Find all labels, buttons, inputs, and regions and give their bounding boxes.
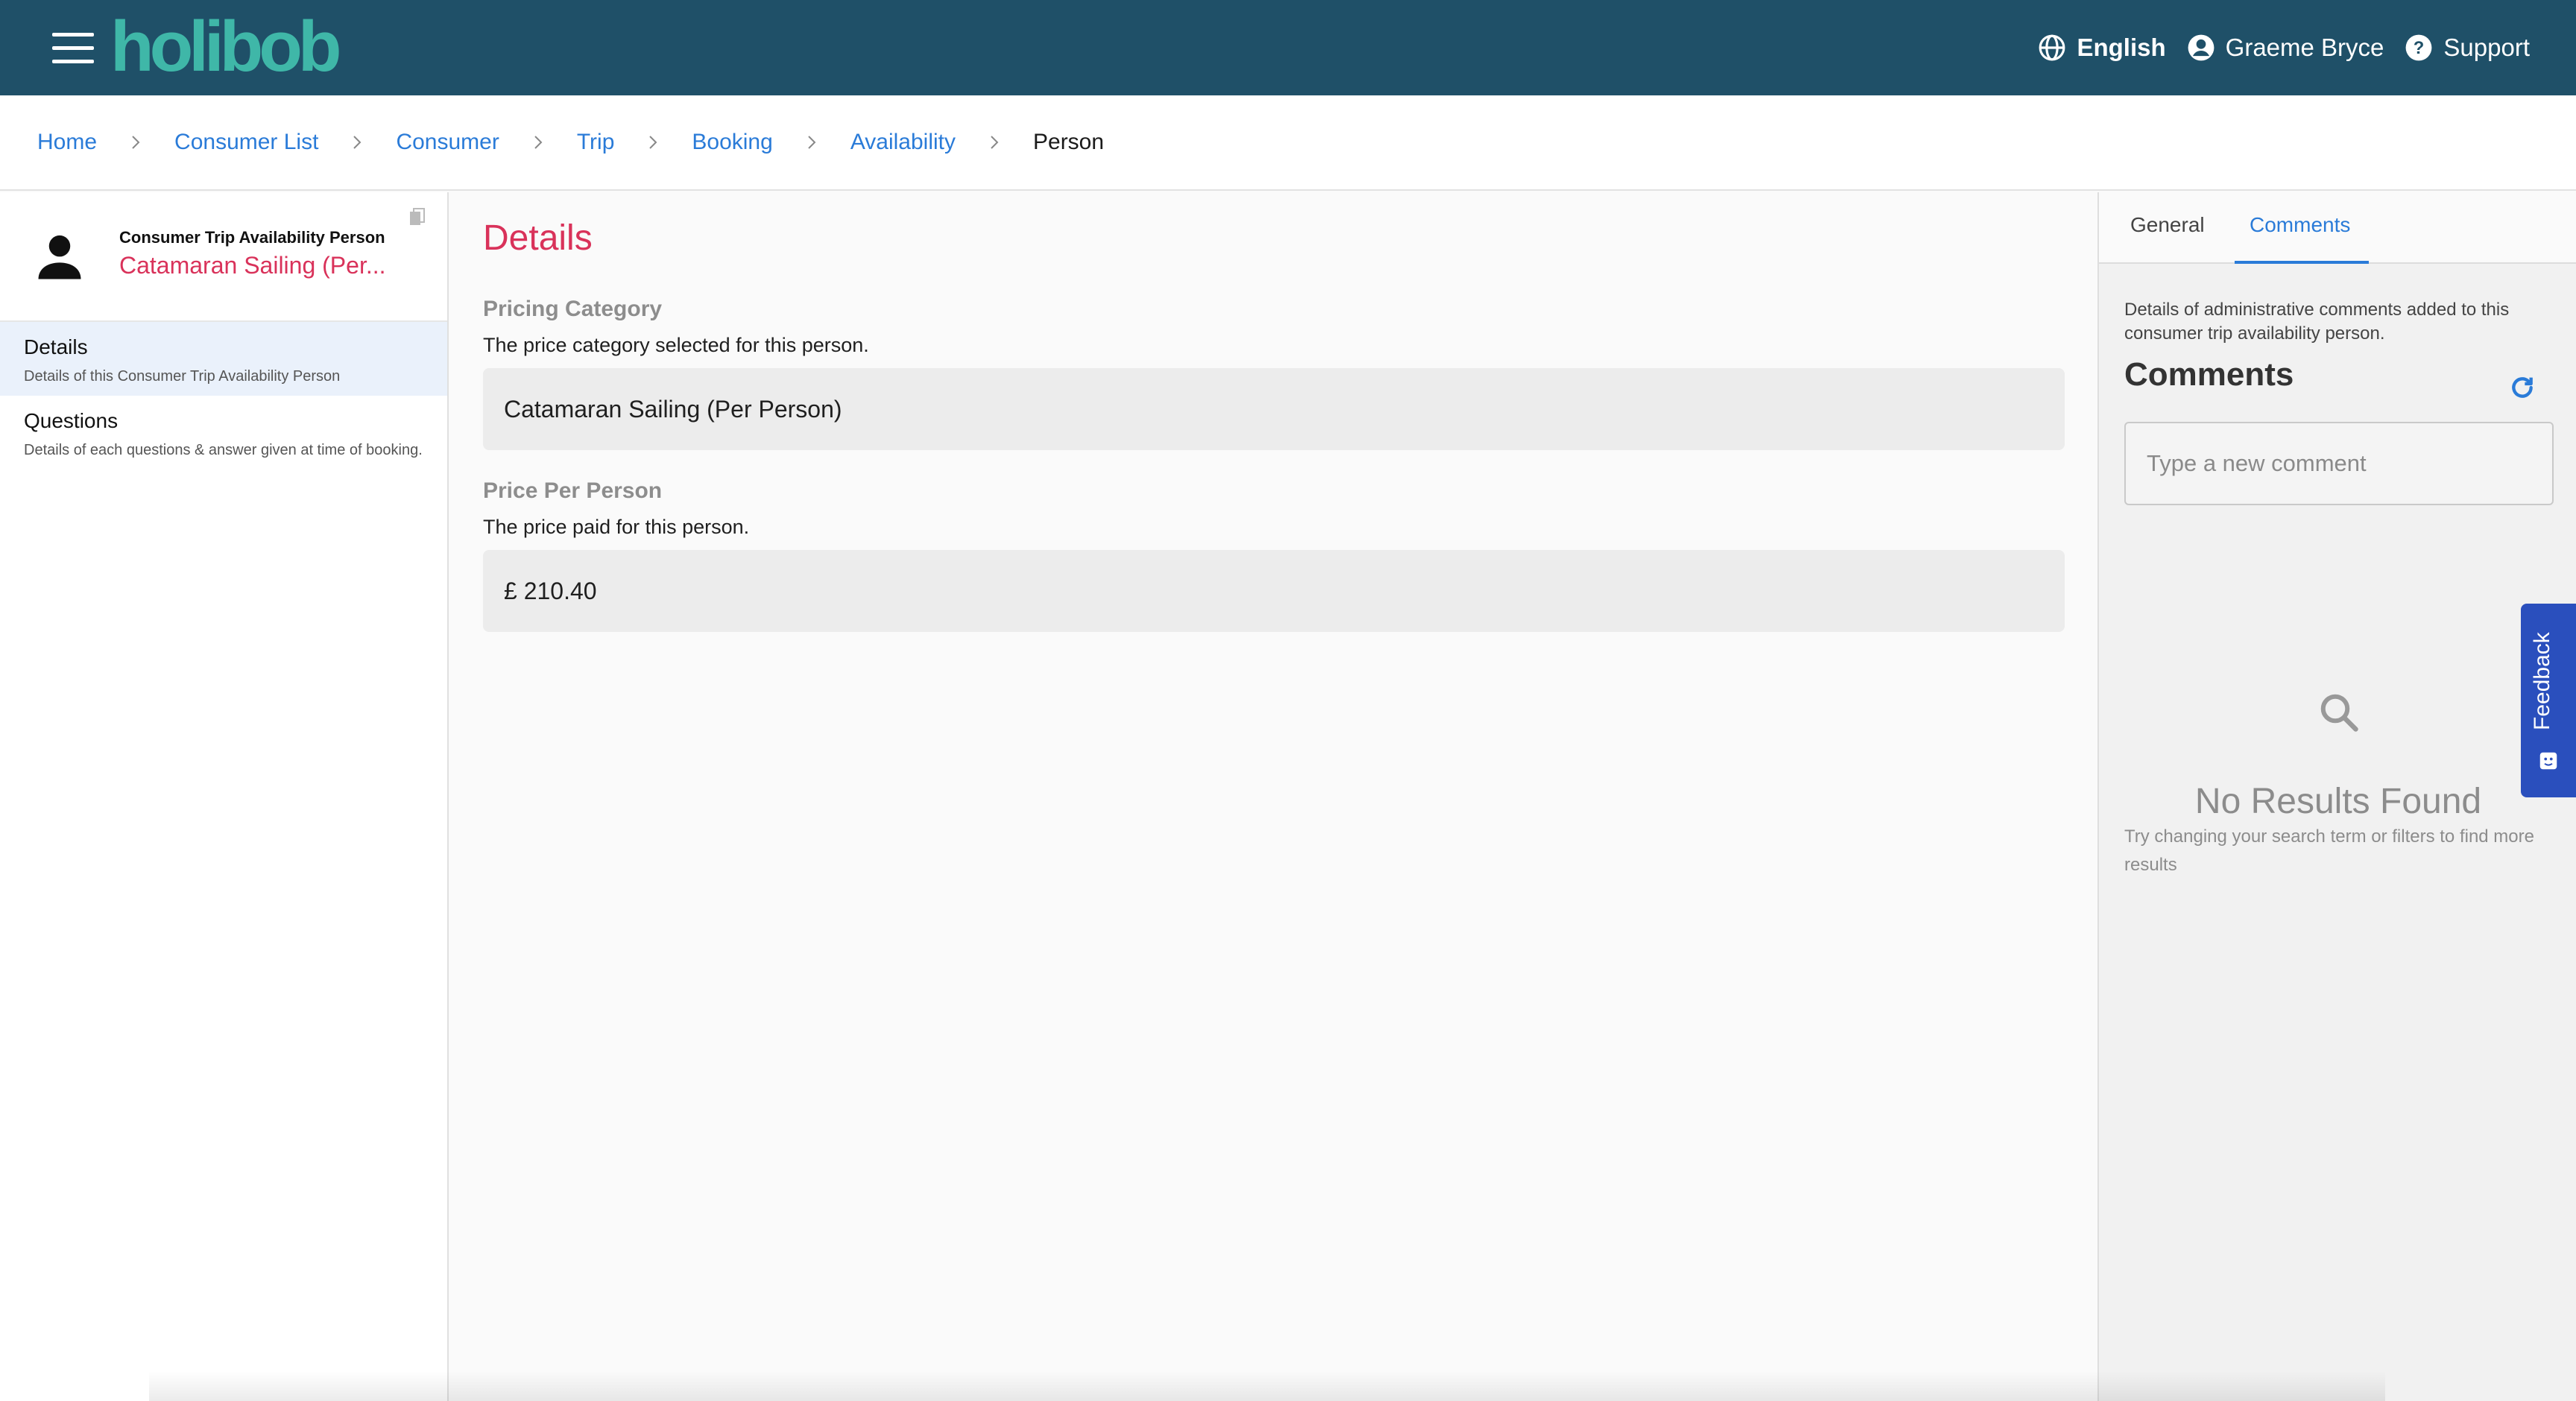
empty-state-desc: Try changing your search term or filters… [2124,826,2534,875]
sidebar-item-title: Questions [24,409,119,432]
language-selector[interactable]: English [2038,34,2166,62]
user-name: Graeme Bryce [2225,34,2384,61]
user-menu[interactable]: Graeme Bryce [2187,34,2384,62]
refresh-icon[interactable] [2507,373,2537,402]
chevron-right-icon [353,136,362,149]
price-per-person-value: £ 210.40 [483,550,2065,632]
price-per-person-desc: The price paid for this person. [483,516,750,538]
language-label: English [2077,34,2166,61]
chevron-right-icon [991,136,999,149]
person-icon [38,235,81,279]
empty-state-title: No Results Found [2194,782,2482,821]
entity-type-label: Consumer Trip Availability Person [119,228,385,247]
tab-general[interactable]: General [2130,213,2205,237]
breadcrumb-availability[interactable]: Availability [850,130,956,155]
feedback-label: Feedback [2530,632,2554,730]
page-title: Details [483,218,593,258]
breadcrumb: Home Consumer List Consumer Trip Booking… [0,95,2576,191]
sidebar-item-details[interactable]: Details Details of this Consumer Trip Av… [0,322,447,396]
logo[interactable]: holibob [110,6,342,88]
bottom-shadow [149,1371,2385,1401]
top-right-menu: English Graeme Bryce ? Support [2038,25,2530,70]
globe-icon [2039,34,2065,61]
chevron-right-icon [808,136,816,149]
breadcrumb-booking[interactable]: Booking [692,130,772,155]
active-tab-indicator [2235,261,2369,264]
panel-tabs: General Comments [2099,192,2576,264]
svg-text:?: ? [2414,38,2425,58]
feedback-button[interactable]: Feedback [2521,604,2576,797]
sidebar-item-title: Details [24,335,88,358]
pricing-category-value: Catamaran Sailing (Per Person) [483,368,2065,450]
price-per-person-label: Price Per Person [483,478,663,503]
chevron-right-icon [132,136,140,149]
chevron-right-icon [534,136,543,149]
breadcrumb-home[interactable]: Home [37,130,97,155]
entity-header: Consumer Trip Availability Person Catama… [0,192,447,322]
support-link[interactable]: ? Support [2405,34,2530,62]
tab-comments[interactable]: Comments [2250,213,2350,237]
help-icon: ? [2405,34,2432,61]
search-icon [2320,694,2358,732]
breadcrumb-consumer[interactable]: Consumer [396,130,499,155]
main-content: Details Pricing Category The price categ… [449,192,2097,1401]
sidebar-item-questions[interactable]: Questions Details of each questions & an… [0,396,447,469]
breadcrumb-person: Person [1033,130,1105,154]
breadcrumb-consumer-list[interactable]: Consumer List [174,130,318,155]
sidebar-item-desc: Details of each questions & answer given… [24,442,423,458]
comment-input[interactable] [2124,422,2554,505]
copy-icon[interactable] [408,207,426,228]
comments-heading: Comments [2124,356,2294,393]
comments-panel: General Comments Details of administrati… [2097,192,2576,1401]
support-label: Support [2443,34,2530,61]
pricing-category-desc: The price category selected for this per… [483,334,869,356]
feedback-icon [2539,752,2557,770]
breadcrumb-trip[interactable]: Trip [577,130,615,155]
comments-description: Details of administrative comments added… [2124,300,2510,344]
entity-name: Catamaran Sailing (Per... [119,252,386,279]
chevron-right-icon [649,136,657,149]
sidebar-item-desc: Details of this Consumer Trip Availabili… [24,368,341,385]
top-bar: holibob English Graeme Bryce ? Support [0,0,2576,95]
pricing-category-label: Pricing Category [483,297,663,321]
user-circle-icon [2188,34,2214,61]
menu-icon[interactable] [52,33,94,63]
sidebar: Consumer Trip Availability Person Catama… [0,192,449,1401]
